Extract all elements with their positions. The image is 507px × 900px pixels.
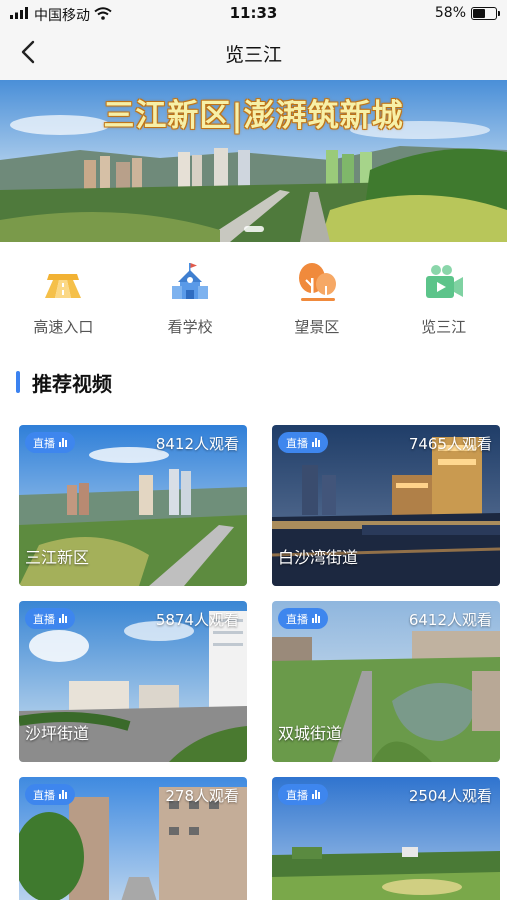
video-title: 三江新区 [25,548,90,567]
live-bars-icon [59,614,67,623]
video-card[interactable]: 直播 2504人观看 [272,777,500,900]
section-title: 推荐视频 [32,371,112,396]
video-card[interactable]: 直播 8412人观看 三江新区 [19,425,247,586]
status-time: 11:33 [229,4,278,22]
live-badge-label: 直播 [286,436,308,450]
quick-label-highway: 高速入口 [33,318,94,336]
battery-percent: 58% [434,5,466,21]
video-title: 沙坪街道 [25,724,90,743]
viewer-count: 278人观看 [165,787,239,805]
live-badge: 直播 [278,432,328,453]
live-bars-icon [312,438,320,447]
viewer-count: 2504人观看 [408,787,492,805]
viewer-count: 7465人观看 [408,435,492,453]
video-title: 白沙湾街道 [278,548,359,567]
live-bars-icon [312,614,320,623]
tree-icon [295,260,339,304]
live-badge: 直播 [278,784,328,805]
carousel-indicator[interactable] [244,226,264,232]
live-badge-label: 直播 [33,436,55,450]
viewer-count: 6412人观看 [408,611,492,629]
live-badge: 直播 [25,784,75,805]
status-bar: 中国移动 11:33 58% [0,0,507,28]
live-badge: 直播 [25,608,75,629]
live-badge: 直播 [278,608,328,629]
video-card[interactable]: 直播 278人观看 [19,777,247,900]
live-badge-label: 直播 [286,612,308,626]
video-card[interactable]: 直播 6412人观看 双城街道 [272,601,500,762]
page-title: 览三江 [224,44,282,66]
banner-carousel[interactable]: 三江新区|澎湃筑新城 [0,80,507,242]
viewer-count: 5874人观看 [155,611,239,629]
live-bars-icon [59,438,67,447]
live-badge-label: 直播 [286,788,308,802]
quick-label-sanjiang: 览三江 [421,318,467,336]
live-bars-icon [312,790,320,799]
live-bars-icon [59,790,67,799]
quick-label-scenic: 望景区 [294,318,340,336]
highway-icon [41,260,85,304]
video-title: 双城街道 [278,724,343,743]
quick-item-sanjiang[interactable]: 览三江 [380,248,507,348]
video-card[interactable]: 直播 5874人观看 沙坪街道 [19,601,247,762]
banner-title: 三江新区|澎湃筑新城 [103,98,404,134]
section-header: 推荐视频 [16,368,112,396]
quick-item-scenic[interactable]: 望景区 [254,248,381,348]
battery-icon [471,6,500,20]
live-badge: 直播 [25,432,75,453]
quick-item-school[interactable]: 看学校 [127,248,254,348]
school-icon [168,260,212,304]
viewer-count: 8412人观看 [155,435,239,453]
quick-item-highway[interactable]: 高速入口 [0,248,127,348]
quick-label-school: 看学校 [167,318,213,336]
live-badge-label: 直播 [33,612,55,626]
quick-menu: 高速入口 看学校 望景区 览三江 [0,248,507,348]
nav-bar: 览三江 [0,28,507,80]
live-badge-label: 直播 [33,788,55,802]
video-card[interactable]: 直播 7465人观看 白沙湾街道 [272,425,500,586]
status-right: 58% [434,5,500,21]
section-accent-bar [16,371,20,393]
video-camera-icon [422,260,466,304]
